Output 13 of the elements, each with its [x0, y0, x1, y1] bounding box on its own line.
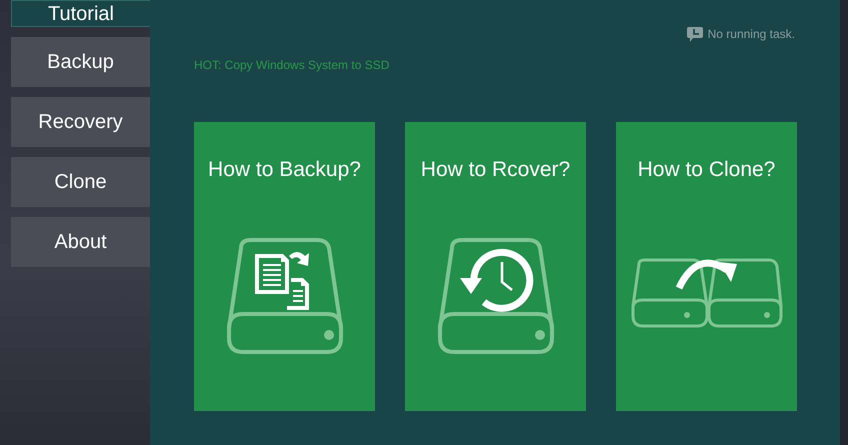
sidebar-tab[interactable]: About: [11, 217, 150, 267]
tutorial-tile[interactable]: How to Rcover?: [405, 122, 586, 411]
speech-bubble-clock-icon: [686, 26, 703, 42]
sidebar-tab[interactable]: Clone: [11, 157, 150, 207]
sidebar-tab[interactable]: Recovery: [11, 97, 150, 147]
drive-with-clock-icon: [438, 238, 554, 354]
tutorial-tile[interactable]: How to Clone?: [616, 122, 797, 411]
two-drives-with-arrow-icon: [630, 258, 782, 330]
status-text: No running task.: [708, 27, 795, 41]
drive-with-documents-icon: [226, 238, 342, 354]
sidebar-tab[interactable]: Tutorial: [11, 0, 150, 27]
tutorial-tile[interactable]: How to Backup?: [194, 122, 375, 411]
sidebar-tab[interactable]: Backup: [11, 37, 150, 87]
